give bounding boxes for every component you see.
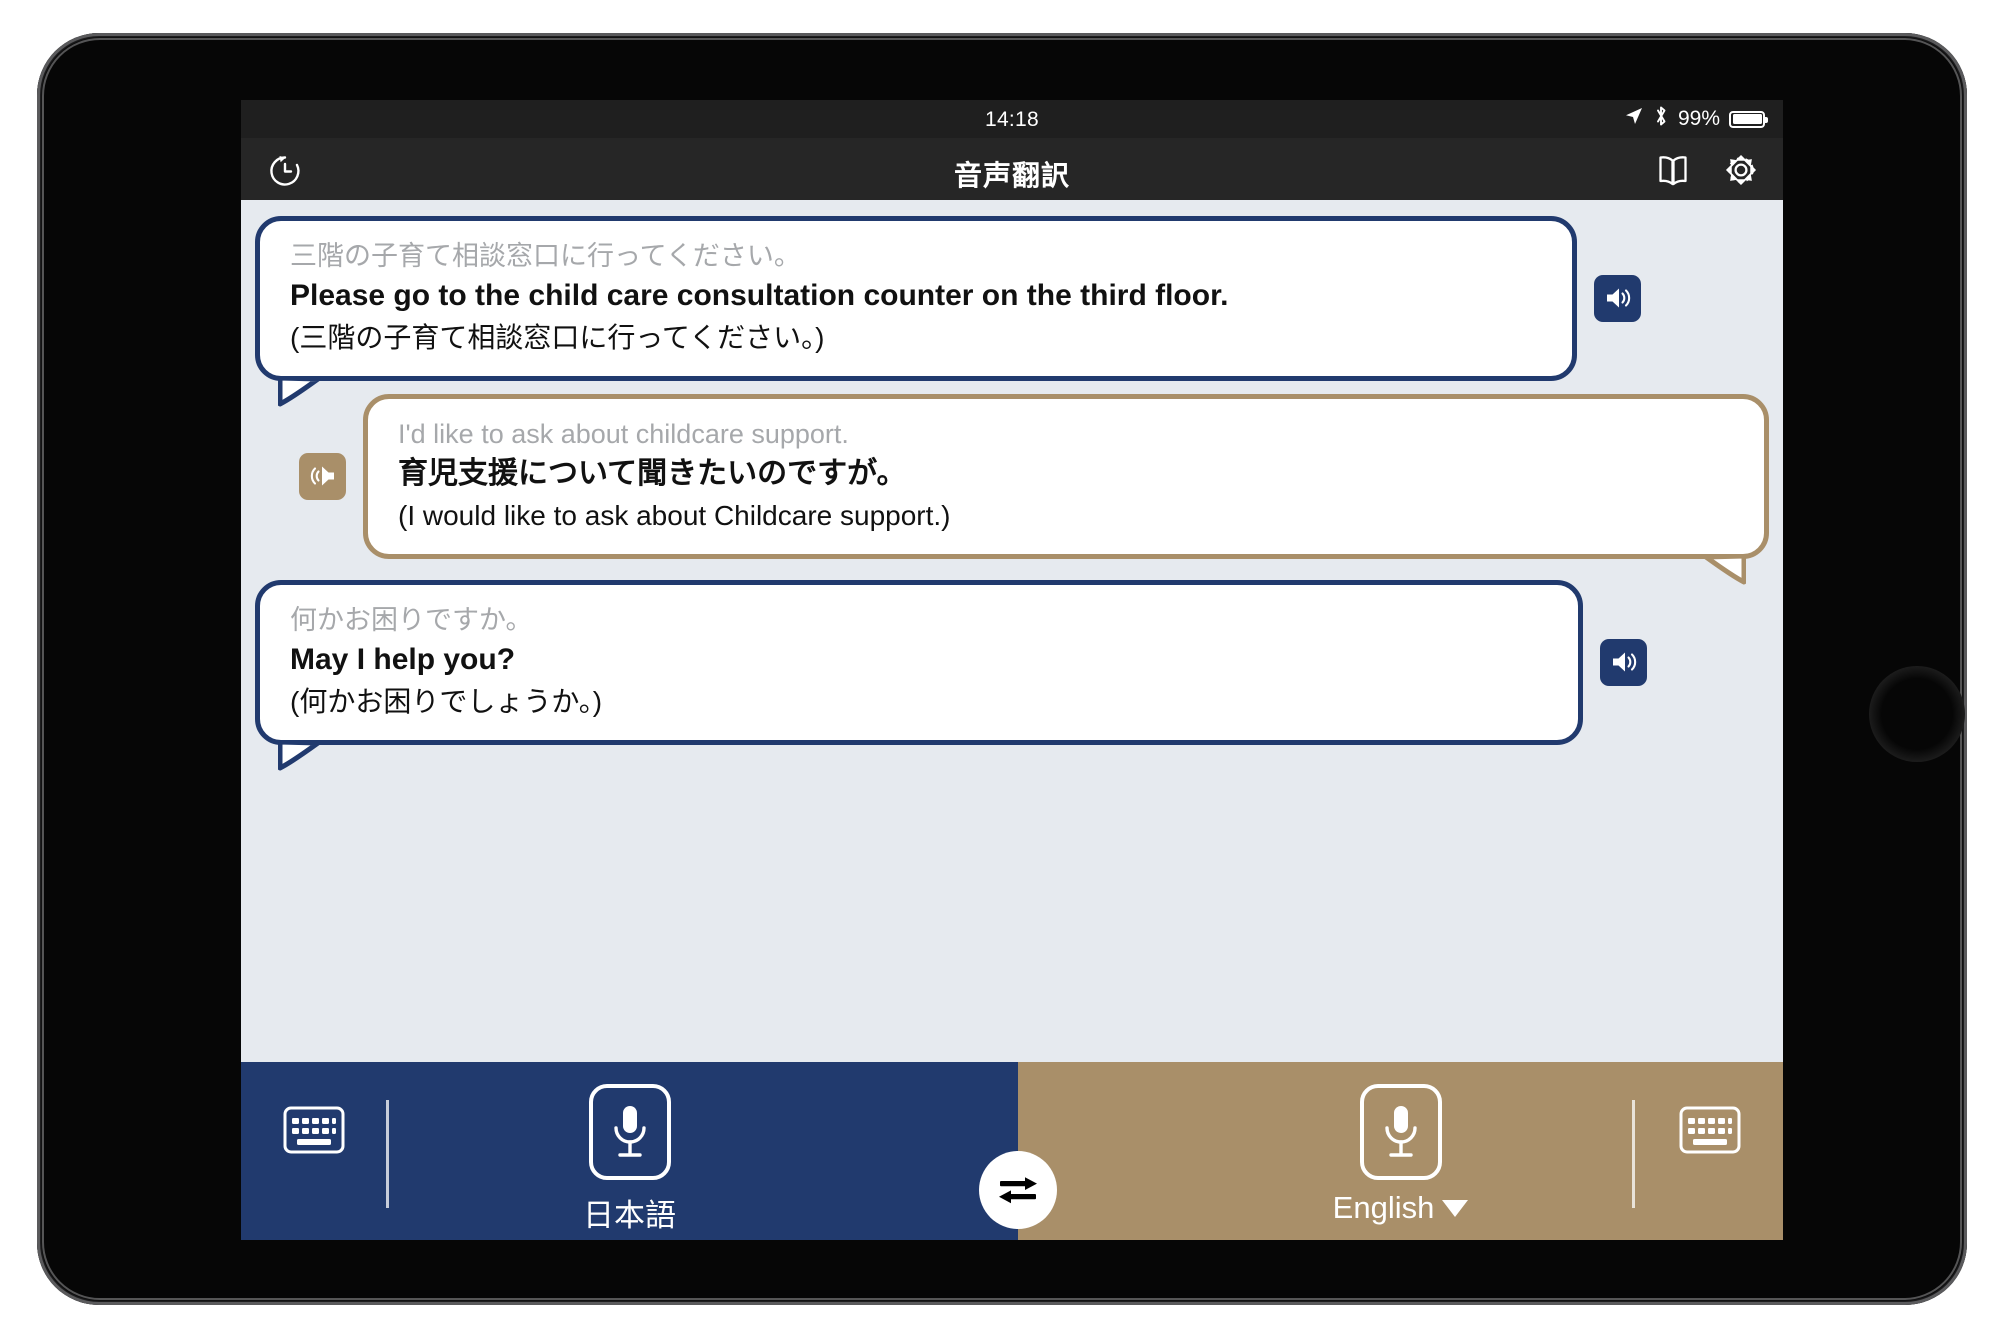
source-language-label: 日本語 xyxy=(583,1190,676,1235)
target-language-label[interactable]: English xyxy=(1333,1190,1469,1226)
home-button[interactable] xyxy=(1869,666,1965,762)
microphone-icon xyxy=(1359,1084,1442,1180)
message-back-translation-text: (I would like to ask about Childcare sup… xyxy=(398,499,951,531)
source-language-text: 日本語 xyxy=(583,1198,676,1233)
tablet-screen: 14:18 99% 音声翻訳 三階の子育て相談窓口に行ってください。 Pleas… xyxy=(241,100,1783,1240)
bubble-tail xyxy=(1700,555,1746,586)
tablet-device-frame: 14:18 99% 音声翻訳 三階の子育て相談窓口に行ってください。 Pleas… xyxy=(37,33,1967,1305)
message-bubble-3[interactable]: 何かお困りですか。 May I help you? (何かお困りでしょうか。) xyxy=(255,580,1583,771)
panel-divider xyxy=(386,1100,389,1208)
message-bubble-1[interactable]: 三階の子育て相談窓口に行ってください。 Please go to the chi… xyxy=(255,216,1577,407)
message-translation-text: May I help you? xyxy=(290,643,516,677)
gear-icon[interactable] xyxy=(1719,148,1763,192)
speaker-icon[interactable] xyxy=(299,452,346,500)
target-mic-button[interactable]: English xyxy=(1301,1084,1501,1226)
panel-divider xyxy=(1632,1100,1635,1208)
message-bubble-2[interactable]: I'd like to ask about childcare support.… xyxy=(363,394,1769,585)
keyboard-icon[interactable] xyxy=(283,1106,345,1154)
microphone-icon xyxy=(588,1084,671,1180)
speaker-icon[interactable] xyxy=(1600,638,1647,686)
status-time: 14:18 xyxy=(984,108,1040,131)
speaker-icon[interactable] xyxy=(1594,274,1641,322)
conversation-list[interactable]: 三階の子育て相談窓口に行ってください。 Please go to the chi… xyxy=(241,200,1783,1162)
target-language-panel: English xyxy=(1018,1062,1783,1240)
message-row-1: 三階の子育て相談窓口に行ってください。 Please go to the chi… xyxy=(255,216,1641,407)
message-source-text: 何かお困りですか。 xyxy=(290,605,533,635)
message-back-translation-text: (何かお困りでしょうか。) xyxy=(290,685,603,717)
keyboard-icon[interactable] xyxy=(1679,1106,1741,1154)
source-mic-button[interactable]: 日本語 xyxy=(530,1084,730,1235)
battery-icon xyxy=(1729,110,1768,128)
message-row-3: 何かお困りですか。 May I help you? (何かお困りでしょうか。) xyxy=(255,580,1647,771)
page-title: 音声翻訳 xyxy=(953,160,1070,191)
bluetooth-icon xyxy=(1653,105,1669,133)
swap-arrows-icon[interactable] xyxy=(979,1151,1057,1229)
caret-down-icon xyxy=(1442,1199,1469,1217)
message-translation-text: Please go to the child care consultation… xyxy=(290,279,1229,313)
message-source-text: 三階の子育て相談窓口に行ってください。 xyxy=(290,241,801,271)
battery-percent-label: 99% xyxy=(1677,107,1720,130)
message-back-translation-text: (三階の子育て相談窓口に行ってください。) xyxy=(290,321,825,353)
target-language-text: English xyxy=(1332,1190,1435,1225)
message-translation-text: 育児支援について聞きたいのですが。 xyxy=(398,457,907,491)
status-indicators: 99% xyxy=(1624,105,1768,133)
location-arrow-icon xyxy=(1624,106,1644,132)
nav-action-group xyxy=(1651,148,1763,192)
status-bar: 14:18 99% xyxy=(241,100,1783,138)
navigation-bar: 音声翻訳 xyxy=(241,138,1783,200)
message-row-2: I'd like to ask about childcare support.… xyxy=(299,394,1769,585)
bubble-tail xyxy=(278,741,324,772)
phrasebook-icon[interactable] xyxy=(1651,148,1695,192)
language-toolbar: 日本語 English xyxy=(241,1062,1783,1240)
battery-nub xyxy=(1765,117,1768,123)
source-language-panel: 日本語 xyxy=(241,1062,1018,1240)
message-source-text: I'd like to ask about childcare support. xyxy=(398,419,849,449)
battery-fill xyxy=(1732,114,1762,124)
